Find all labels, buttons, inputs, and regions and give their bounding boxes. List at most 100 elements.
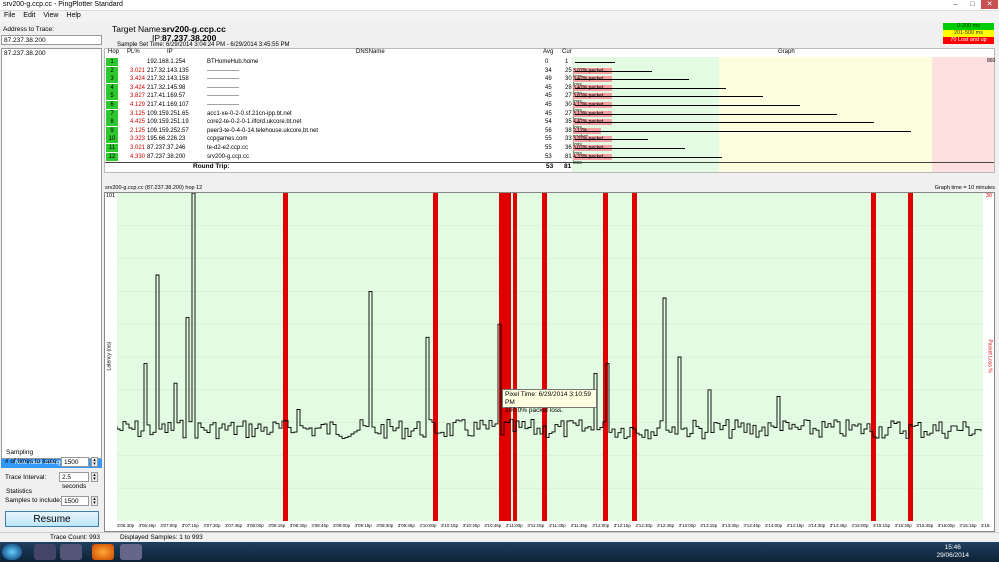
- pingplotter-task-icon[interactable]: [120, 544, 142, 560]
- address-input[interactable]: 87.237.38.200: [1, 35, 102, 45]
- samples-spinner[interactable]: ▴ ▾: [91, 496, 98, 506]
- history-item[interactable]: 87.237.38.200: [2, 49, 101, 58]
- hop-avg: 49: [545, 76, 552, 83]
- resume-button[interactable]: Resume: [5, 511, 99, 527]
- round-trip-cur: 81: [564, 163, 572, 170]
- menu-bar: File Edit View Help: [0, 11, 999, 22]
- hop-row[interactable]: 4 3.424217.32.145.98 ---------------- 45 28 3…: [105, 83, 994, 97]
- hop-dnsname: ----------------: [207, 84, 239, 91]
- x-axis-ticks: 3'06:30p 3'06:45p 3'07:00p 3'07:15p 3'07:30p…: [117, 523, 991, 531]
- hop-ip: 217.32.145.98: [147, 84, 186, 91]
- hop-pl: 3.021: [130, 145, 146, 151]
- latency-graph[interactable]: 101 30 Latency (ms) Packet Loss % 3'06:3…: [104, 192, 995, 532]
- latency-trace-svg: [116, 192, 983, 521]
- x-tick-label: 3'09:15p: [354, 523, 372, 528]
- hop-ip: 109.159.251.65: [147, 110, 189, 117]
- hop-number: 2: [106, 66, 118, 75]
- close-button[interactable]: ✕: [981, 0, 998, 9]
- hop-cur: 30: [565, 76, 572, 83]
- interval-spinner[interactable]: ▴ ▾: [91, 472, 98, 482]
- hop-ip: 109.159.252.57: [147, 127, 189, 134]
- x-tick-label: 3'16:00p: [937, 523, 955, 528]
- col-graph[interactable]: Graph: [778, 49, 795, 55]
- hop-ip: 217.41.169.57: [147, 93, 186, 100]
- status-bar: Trace Count: 993 Displayed Samples: 1 to…: [0, 532, 999, 542]
- x-tick-label: 3'13:30p: [721, 523, 739, 528]
- x-tick-label: 3'06:45p: [138, 523, 156, 528]
- legend-red: 70 Lost and up: [943, 37, 994, 44]
- graph-time-label[interactable]: Graph time = 10 minutes: [935, 185, 995, 191]
- sampling-label: Sampling: [6, 449, 34, 456]
- hop-row[interactable]: 113.02187.237.37.246te-d2-e2.ccp.cc55363…: [105, 144, 994, 157]
- x-tick-label: 3'12:15p: [613, 523, 631, 528]
- hop-row[interactable]: 124.33087.237.38.200srv200-g.ccp.cc53814…: [105, 152, 994, 166]
- hop-ip: 192.168.1.254: [147, 59, 186, 65]
- hop-row[interactable]: 9 2.125 109.159.252.57 peer3-te-0-4-0-14.te…: [105, 126, 994, 140]
- app-icon-2[interactable]: [60, 544, 82, 560]
- menu-view[interactable]: View: [39, 11, 62, 20]
- col-hop[interactable]: Hop: [108, 49, 119, 55]
- address-history-list[interactable]: 87.237.38.200: [1, 48, 102, 459]
- hop-ip: 109.159.251.19: [147, 119, 189, 126]
- times-input[interactable]: 1500: [61, 457, 89, 467]
- x-tick-label: 3'10:00p: [419, 523, 437, 528]
- hop-number: 12: [106, 152, 118, 161]
- packet-loss-column: [908, 193, 913, 521]
- hop-cur: 35: [565, 119, 572, 126]
- col-dnsname[interactable]: DNSName: [356, 49, 385, 55]
- interval-input[interactable]: 2.5 seconds: [59, 472, 89, 490]
- col-ip[interactable]: IP: [167, 49, 173, 55]
- system-clock[interactable]: 15:46 29/06/2014: [936, 544, 969, 560]
- x-tick-label: 3'07:45p: [225, 523, 243, 528]
- legend-green: 0-200 ms: [943, 23, 994, 30]
- hop-dnsname: BTHomeHub.home: [207, 59, 259, 65]
- hop-row[interactable]: 2 3.021 217.32.143.135 ---------------- 34 25…: [105, 66, 994, 80]
- hop-row[interactable]: 103.323195.66.226.23ccpgames.com55333.32…: [105, 135, 994, 148]
- start-orb-icon[interactable]: [2, 544, 22, 560]
- x-tick-label: 3'07:30p: [203, 523, 221, 528]
- col-avg[interactable]: Avg: [543, 49, 553, 55]
- y-label-left: Latency (ms): [106, 341, 113, 371]
- hop-cur: 38: [565, 127, 572, 134]
- times-spinner[interactable]: ▴ ▾: [91, 457, 98, 467]
- x-tick-label: 3'13:00p: [678, 523, 696, 528]
- hop-pl: 3.323: [130, 136, 146, 143]
- hop-row[interactable]: 3 3.424 217.32.143.158 ---------------- 49 30…: [105, 75, 994, 88]
- hop-pl: 3.827: [130, 93, 146, 100]
- hop-table[interactable]: Hop PL% IP DNSName Avg Cur Graph 860 1 19…: [104, 48, 995, 173]
- menu-file[interactable]: File: [0, 11, 19, 20]
- clock-date: 29/06/2014: [936, 552, 969, 559]
- x-tick-label: 3'09:45p: [397, 523, 415, 528]
- hop-range-line: [575, 113, 837, 115]
- hop-row[interactable]: 5 3.827217.41.169.57 ---------------- 45 27 3…: [105, 92, 994, 105]
- minimize-button[interactable]: –: [947, 0, 964, 9]
- x-tick-label: 3'14:00p: [765, 523, 783, 528]
- round-trip-label: Round Trip:: [193, 163, 230, 170]
- hop-cur: 30: [565, 102, 572, 108]
- hop-ip: 87.237.37.246: [147, 145, 186, 151]
- x-tick-label: 3'09:00p: [333, 523, 351, 528]
- packet-loss-column: [603, 193, 608, 521]
- menu-help[interactable]: Help: [62, 11, 84, 20]
- samples-input[interactable]: 1500: [61, 496, 89, 506]
- menu-edit[interactable]: Edit: [19, 11, 39, 20]
- plot-area[interactable]: [116, 192, 983, 521]
- hop-range-line: [575, 148, 685, 149]
- tooltip-loss: 100.0% packet loss.: [505, 407, 564, 414]
- app-icon-1[interactable]: [34, 544, 56, 560]
- hop-row[interactable]: 1 192.168.1.254 BTHomeHub.home 0 1: [105, 58, 994, 66]
- hop-row[interactable]: 8 4.425 109.159.251.19 core2-te-0-2-0-1.ilf…: [105, 118, 994, 131]
- col-cur[interactable]: Cur: [562, 49, 572, 55]
- x-tick-label: 3'14:45p: [829, 523, 847, 528]
- hop-row[interactable]: 6 4.129 217.41.169.107 ---------------- 45 30…: [105, 101, 994, 114]
- pingplotter-window: srv200-g.ccp.cc - PingPlotter Standard –…: [0, 0, 999, 542]
- hop-range-line: [575, 87, 726, 89]
- col-pl[interactable]: PL%: [127, 49, 140, 55]
- firefox-icon[interactable]: [92, 544, 114, 560]
- hop-row[interactable]: 7 3.125 109.159.251.65 acc1-xe-0-2-0.sf.21c…: [105, 109, 994, 123]
- hop-cur: 33: [565, 136, 572, 143]
- maximize-button[interactable]: □: [964, 0, 981, 9]
- hop-cur: 1: [565, 59, 569, 65]
- latency-legend: 0-200 ms 201-500 ms 70 Lost and up: [943, 23, 994, 44]
- target-info: Target Name: srv200-g.ccp.cc IP: 87.237.…: [110, 23, 660, 50]
